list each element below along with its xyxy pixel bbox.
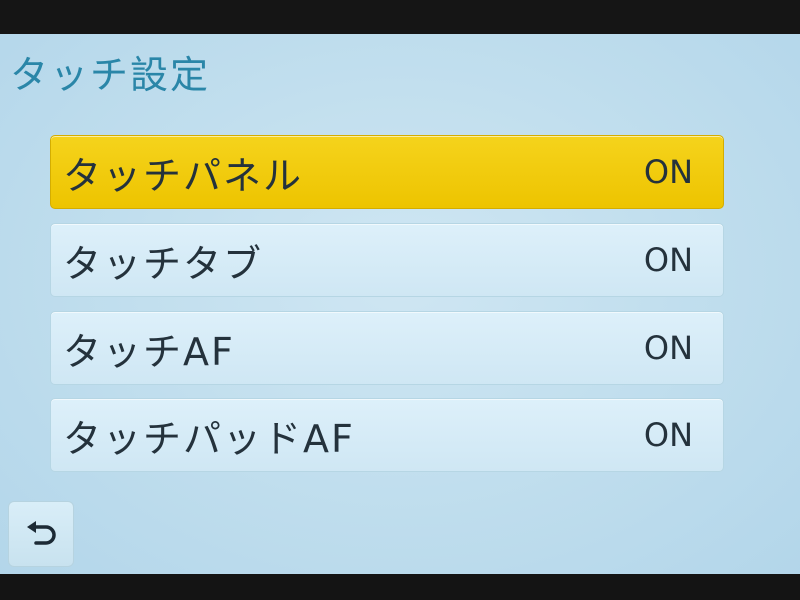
menu-item-label: タッチAF [63,329,235,374]
menu-item-touch-panel[interactable]: タッチパネル ON [50,135,724,209]
camera-bezel-top [0,0,800,34]
menu-item-label: タッチパネル [63,153,304,198]
menu-item-value: ON [643,153,693,191]
menu-item-touch-pad-af[interactable]: タッチパッドAF ON [50,398,724,472]
menu-item-touch-tab[interactable]: タッチタブ ON [50,223,724,297]
camera-bezel-bottom [0,574,800,600]
menu-item-touch-af[interactable]: タッチAF ON [50,311,724,385]
page-title: タッチ設定 [10,53,211,97]
menu-item-value: ON [643,416,693,454]
back-button[interactable] [8,501,74,567]
return-arrow-icon [27,521,56,545]
menu-item-value: ON [643,329,693,367]
menu-item-label: タッチパッドAF [63,416,355,461]
touch-settings-screen: タッチ設定 タッチパネル ON タッチタブ ON タッチAF ON タッチパッド… [0,34,800,574]
menu-item-value: ON [643,241,693,279]
menu-item-label: タッチタブ [63,241,264,286]
